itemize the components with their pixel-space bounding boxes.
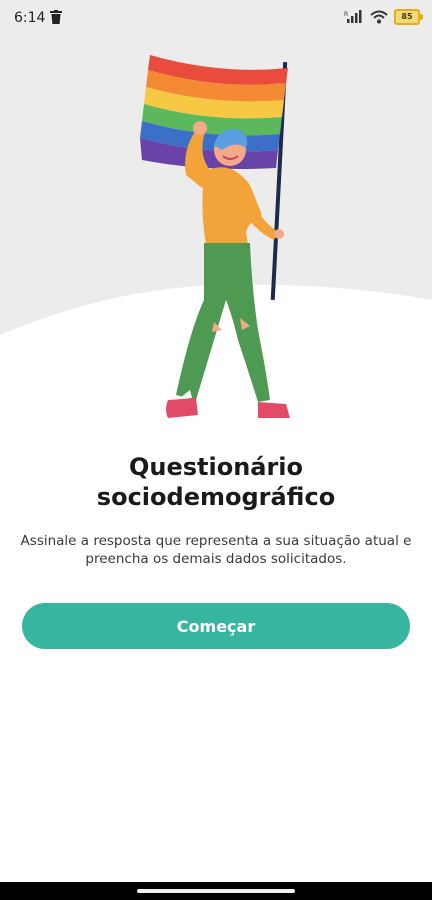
page-title-line-2: sociodemográfico	[96, 483, 336, 511]
rainbow-flag	[140, 55, 288, 169]
pride-flag-illustration	[0, 0, 432, 418]
start-button[interactable]: Começar	[22, 603, 410, 649]
status-icons: R 85	[344, 9, 423, 25]
home-indicator[interactable]	[137, 889, 295, 893]
page-description: Assinale a resposta que representa a sua…	[20, 533, 412, 567]
hero-illustration	[0, 0, 432, 430]
page-title-line-1: Questionário	[128, 453, 304, 481]
trash-icon	[50, 10, 62, 24]
battery-level: 85	[401, 12, 413, 21]
page-title: Questionário sociodemográfico	[0, 452, 432, 512]
svg-text:R: R	[344, 11, 348, 18]
wifi-icon	[370, 10, 388, 24]
status-bar: 6:14 R 85	[0, 0, 432, 36]
status-time: 6:14	[14, 10, 46, 26]
battery-icon: 85	[394, 9, 423, 25]
signal-icon: R	[344, 10, 362, 23]
